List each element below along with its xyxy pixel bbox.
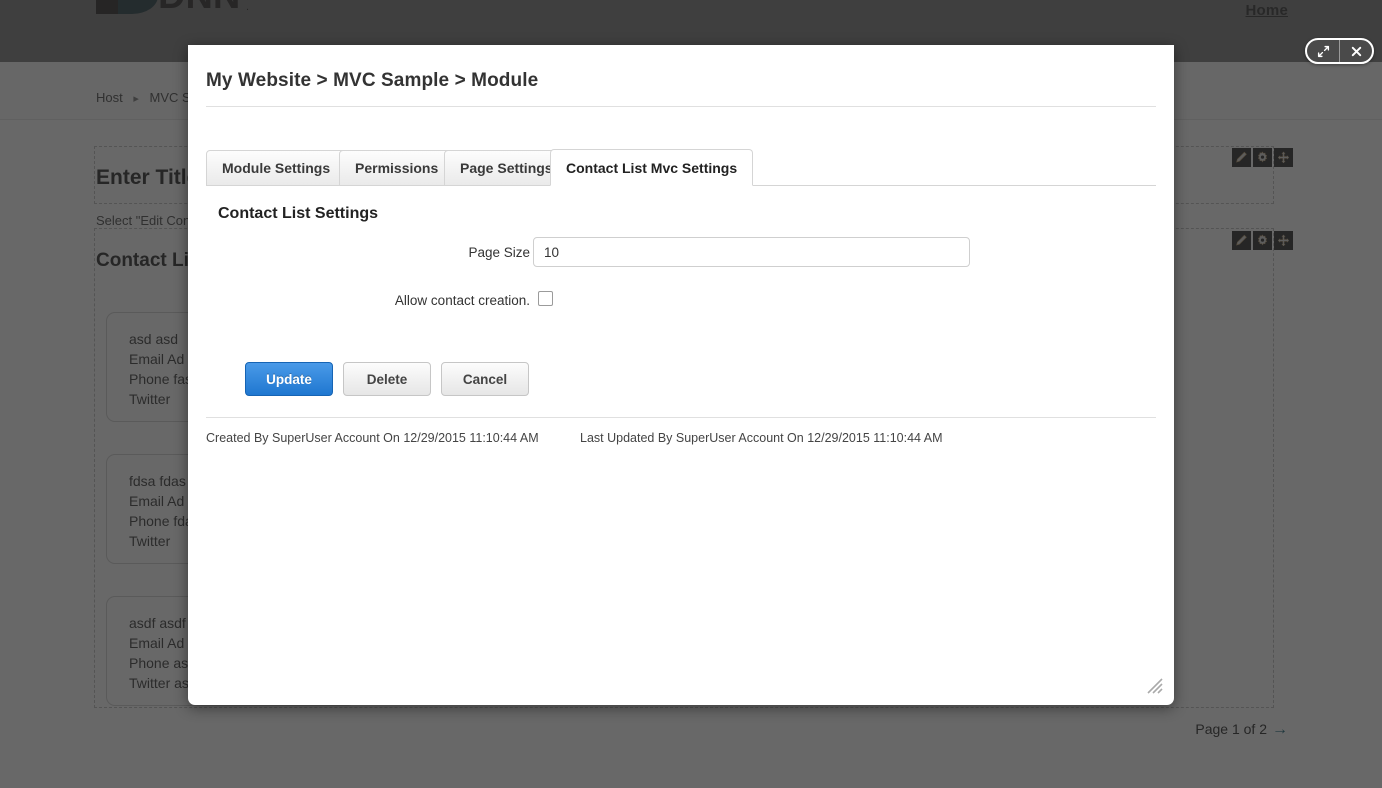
allow-contact-creation-checkbox[interactable]: [538, 291, 553, 306]
page-size-label: Page Size: [468, 245, 530, 260]
allow-contact-creation-label: Allow contact creation.: [394, 293, 530, 308]
tab-module-settings[interactable]: Module Settings: [206, 150, 347, 186]
cancel-button[interactable]: Cancel: [441, 362, 529, 396]
section-heading: Contact List Settings: [218, 205, 379, 222]
dialog-button-row: Update Delete Cancel: [245, 362, 529, 396]
tab-contact-list-mvc-settings[interactable]: Contact List Mvc Settings: [550, 149, 754, 186]
created-by-text: Created By SuperUser Account On 12/29/20…: [206, 431, 539, 445]
dialog-title: My Website > MVC Sample > Module: [206, 70, 539, 91]
dialog-title-divider: [206, 106, 1156, 107]
settings-tabstrip: Module Settings Permissions Page Setting…: [206, 149, 1156, 186]
last-updated-by-text: Last Updated By SuperUser Account On 12/…: [580, 431, 943, 445]
dialog-window-controls: [1305, 38, 1374, 64]
module-settings-dialog: My Website > MVC Sample > Module Module …: [188, 38, 1374, 705]
update-button[interactable]: Update: [245, 362, 333, 396]
close-icon[interactable]: [1339, 40, 1372, 62]
page-size-input[interactable]: [533, 237, 970, 267]
resize-grip-icon[interactable]: [1146, 677, 1164, 695]
tab-permissions[interactable]: Permissions: [339, 150, 455, 186]
maximize-icon[interactable]: [1307, 40, 1339, 62]
delete-button[interactable]: Delete: [343, 362, 431, 396]
dialog-footer-divider: [206, 417, 1156, 418]
